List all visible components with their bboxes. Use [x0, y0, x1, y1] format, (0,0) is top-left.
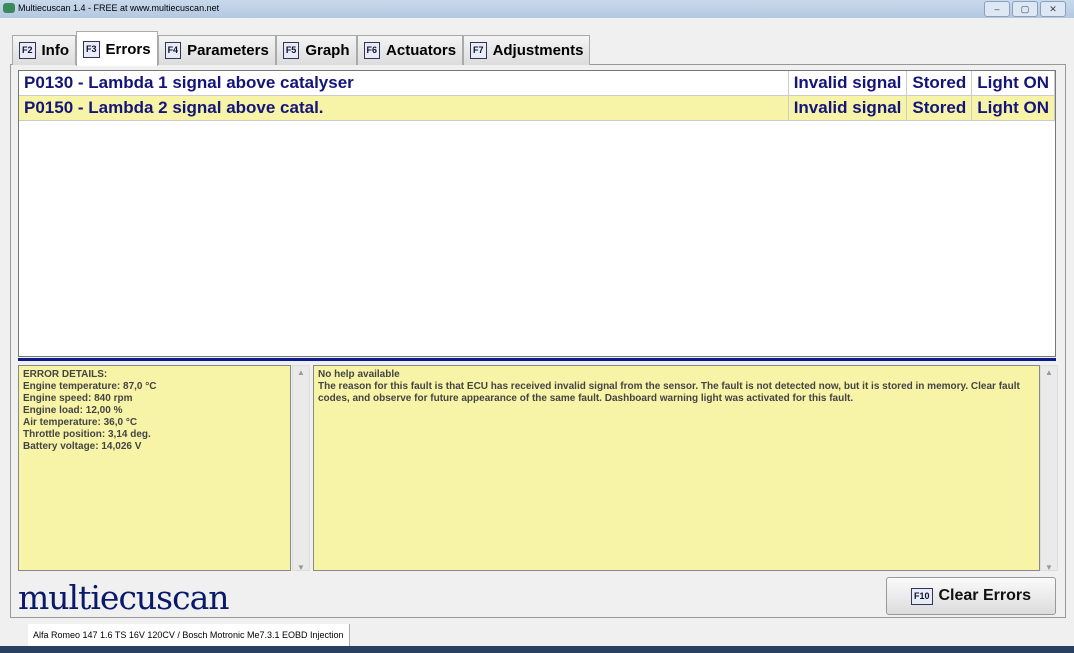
tab-adjustments[interactable]: F7 Adjustments	[463, 35, 591, 65]
details-scrollbar[interactable]: ▲ ▼	[292, 365, 310, 572]
error-type: Invalid signal	[789, 96, 908, 120]
error-light: Light ON	[972, 96, 1055, 120]
f4-key-icon: F4	[164, 42, 182, 59]
error-row[interactable]: P0130 - Lambda 1 signal above catalyser …	[19, 71, 1055, 96]
help-box: No help available The reason for this fa…	[313, 365, 1040, 571]
close-button[interactable]: ✕	[1040, 1, 1066, 17]
f7-key-icon: F7	[470, 42, 487, 59]
error-light: Light ON	[972, 71, 1055, 95]
detail-line: Engine temperature: 87,0 °C	[23, 381, 157, 392]
help-title: No help available	[318, 369, 400, 380]
tab-actuators[interactable]: F6 Actuators	[356, 35, 464, 65]
tab-label: Info	[41, 42, 70, 59]
tab-label: Graph	[305, 42, 350, 59]
error-details-box: ERROR DETAILS: Engine temperature: 87,0 …	[18, 365, 291, 571]
error-code: P0150 - Lambda 2 signal above catal.	[19, 96, 789, 120]
tab-bar: F2 Info F3 Errors F4 Parameters F5 Graph F6 A…	[12, 31, 591, 66]
error-type: Invalid signal	[789, 71, 908, 95]
f3-key-icon: F3	[83, 40, 100, 58]
detail-line: Engine speed: 840 rpm	[23, 393, 133, 404]
tab-label: Errors	[105, 40, 151, 58]
help-scrollbar[interactable]: ▲ ▼	[1040, 365, 1058, 572]
app-icon	[3, 3, 15, 13]
maximize-button[interactable]: ▢	[1012, 1, 1038, 17]
error-status: Stored	[907, 71, 973, 95]
clear-errors-button[interactable]: F10 Clear Errors	[886, 577, 1056, 615]
taskbar	[0, 646, 1074, 653]
tab-errors[interactable]: F3 Errors	[76, 31, 158, 66]
window-title: Multiecuscan 1.4 - FREE at www.multiecus…	[18, 3, 220, 13]
f6-key-icon: F6	[363, 42, 381, 59]
title-bar: Multiecuscan 1.4 - FREE at www.multiecus…	[0, 0, 1074, 18]
detail-line: Battery voltage: 14,026 V	[23, 441, 142, 452]
tab-label: Actuators	[386, 42, 457, 59]
tab-graph[interactable]: F5 Graph	[275, 35, 357, 65]
error-list: P0130 - Lambda 1 signal above catalyser …	[18, 70, 1056, 357]
error-row-selected[interactable]: P0150 - Lambda 2 signal above catal. Inv…	[19, 96, 1055, 121]
minimize-button[interactable]: ‒	[984, 1, 1010, 17]
tab-label: Adjustments	[492, 42, 584, 59]
help-text: The reason for this fault is that ECU ha…	[318, 381, 1020, 404]
status-bar-vehicle: Alfa Romeo 147 1.6 TS 16V 120CV / Bosch …	[28, 624, 350, 646]
detail-line: Air temperature: 36,0 °C	[23, 417, 138, 428]
tab-info[interactable]: F2 Info	[12, 35, 77, 65]
error-status: Stored	[907, 96, 973, 120]
f5-key-icon: F5	[282, 42, 300, 59]
multiecuscan-logo: multiecuscan	[18, 578, 230, 617]
tab-parameters[interactable]: F4 Parameters	[157, 35, 276, 65]
detail-line: Throttle position: 3,14 deg.	[23, 429, 151, 440]
details-title: ERROR DETAILS:	[23, 369, 108, 380]
f2-key-icon: F2	[19, 42, 36, 59]
divider	[18, 358, 1056, 361]
detail-line: Engine load: 12,00 %	[23, 405, 123, 416]
clear-errors-label: Clear Errors	[938, 587, 1032, 604]
tab-label: Parameters	[187, 42, 269, 59]
error-code: P0130 - Lambda 1 signal above catalyser	[19, 71, 789, 95]
f10-key-icon: F10	[910, 587, 933, 605]
